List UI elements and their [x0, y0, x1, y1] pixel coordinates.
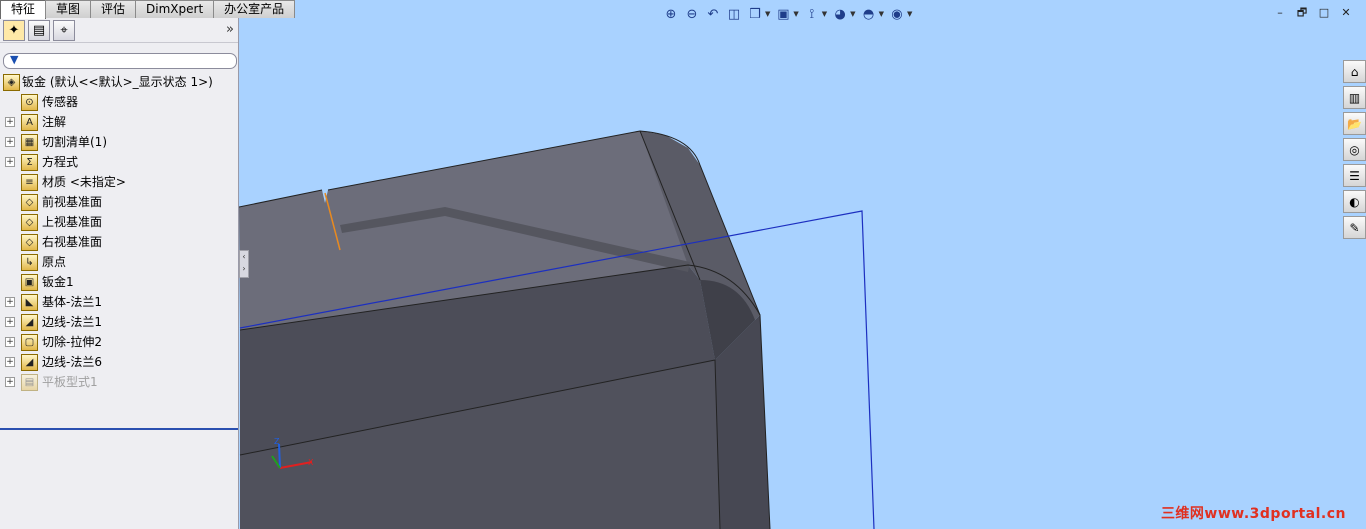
expand-icon[interactable]: + — [5, 157, 15, 167]
tree-item-label: 传感器 — [42, 95, 79, 109]
view-palette-icon[interactable]: ☰ — [1343, 164, 1366, 187]
zoom-to-fit-icon[interactable]: ⊕ — [662, 5, 680, 23]
plane-icon: ◇ — [21, 194, 38, 211]
command-manager-tabs: 特征 草图 评估 DimXpert 办公室产品 — [0, 0, 296, 19]
graphics-viewport[interactable]: Z X — [239, 0, 1366, 529]
expand-icon[interactable]: + — [5, 337, 15, 347]
dropdown-arrow-icon[interactable]: ▼ — [907, 10, 912, 18]
tree-item-label: 材质 <未指定> — [42, 175, 126, 189]
dropdown-arrow-icon[interactable]: ▼ — [765, 10, 770, 18]
plane-icon: ◇ — [21, 234, 38, 251]
part-icon: ◈ — [3, 74, 20, 91]
expand-icon[interactable]: + — [5, 377, 15, 387]
base-flange-icon: ◣ — [21, 294, 38, 311]
expand-panel-icon[interactable]: » — [226, 22, 234, 37]
tree-item-label: 注解 — [42, 115, 67, 129]
expand-icon[interactable]: + — [5, 117, 15, 127]
origin-icon: ↳ — [21, 254, 38, 271]
flat-pattern-icon: ▤ — [21, 374, 38, 391]
restore-icon[interactable]: 🗗 — [1294, 6, 1310, 20]
minimize-icon[interactable]: – — [1272, 6, 1288, 20]
configuration-manager-icon[interactable]: ⌖ — [53, 19, 75, 41]
task-pane-tabs: ⌂ ▥ 📂 ◎ ☰ ◐ ✎ — [1343, 60, 1366, 242]
hide-show-items-icon[interactable]: ⟟ — [803, 5, 821, 23]
tab-3[interactable]: DimXpert — [135, 0, 215, 18]
previous-view-icon[interactable]: ↶ — [704, 5, 722, 23]
tab-1[interactable]: 草图 — [45, 0, 92, 18]
property-manager-icon[interactable]: ▤ — [28, 19, 50, 41]
tree-item-label: 上视基准面 — [42, 215, 103, 229]
rollback-bar[interactable] — [0, 428, 238, 430]
expand-icon[interactable]: + — [5, 137, 15, 147]
tab-2[interactable]: 评估 — [90, 0, 137, 18]
edge-flange-icon: ◢ — [21, 354, 38, 371]
watermark: 三维网www.3dportal.cn — [1160, 506, 1346, 522]
triad-z-label: Z — [274, 437, 280, 446]
tree-item-label: 边线-法兰1 — [42, 315, 102, 329]
design-library-icon[interactable]: ▥ — [1343, 86, 1366, 109]
cut-extrude-icon: ▢ — [21, 334, 38, 351]
filter-icon: ▼ — [10, 53, 19, 66]
dropdown-arrow-icon[interactable]: ▼ — [822, 10, 827, 18]
annotation-icon: A — [21, 114, 38, 131]
head-up-view-toolbar: ⊕ ⊖ ↶ ◫ ❒ ▼ ▣ ▼ ⟟ ▼ ◕ ▼ ◓ ▼ ◉ ▼ — [662, 5, 916, 23]
tab-0[interactable]: 特征 — [0, 0, 47, 19]
section-view-icon[interactable]: ◫ — [725, 5, 743, 23]
edit-appearance-icon[interactable]: ◕ — [831, 5, 849, 23]
tree-item-label: 方程式 — [42, 155, 79, 169]
tree-item-label: 切割清单(1) — [42, 135, 107, 149]
expand-icon[interactable]: + — [5, 317, 15, 327]
cut-list-icon: ▦ — [21, 134, 38, 151]
tree-item-label: 平板型式1 — [42, 375, 98, 389]
plane-icon: ◇ — [21, 214, 38, 231]
file-explorer-icon[interactable]: 📂 — [1343, 112, 1366, 135]
search-icon[interactable]: ◎ — [1343, 138, 1366, 161]
dropdown-arrow-icon[interactable]: ▼ — [879, 10, 884, 18]
material-icon: ≡ — [21, 174, 38, 191]
tree-item-label: 钣金1 — [42, 275, 74, 289]
view-settings-icon[interactable]: ◉ — [888, 5, 906, 23]
equation-icon: Σ — [21, 154, 38, 171]
feature-manager-panel: ✦ ▤ ⌖ » ▼ ◈ 钣金 (默认<<默认>_显示状态 1>) ⊙ 传感器 + A 注解 + ▦ 切… — [0, 18, 239, 529]
sensor-icon: ⊙ — [21, 94, 38, 111]
sheet-metal-icon: ▣ — [21, 274, 38, 291]
panel-splitter[interactable]: ‹ › — [239, 250, 249, 278]
expand-icon[interactable]: + — [5, 357, 15, 367]
dropdown-arrow-icon[interactable]: ▼ — [793, 10, 798, 18]
panel-toolbar: ✦ ▤ ⌖ — [0, 18, 238, 43]
apply-scene-icon[interactable]: ◓ — [860, 5, 878, 23]
triad-x-label: X — [308, 458, 314, 467]
edge-flange-icon: ◢ — [21, 314, 38, 331]
tree-root-label: 钣金 (默认<<默认>_显示状态 1>) — [22, 75, 213, 89]
window-controls: – 🗗 □ ✕ — [1266, 6, 1354, 20]
feature-manager-icon[interactable]: ✦ — [3, 19, 25, 41]
tab-4[interactable]: 办公室产品 — [213, 0, 296, 18]
filter-input[interactable]: ▼ — [3, 53, 237, 69]
dropdown-arrow-icon[interactable]: ▼ — [850, 10, 855, 18]
maximize-icon[interactable]: □ — [1316, 6, 1332, 20]
display-style-icon[interactable]: ▣ — [774, 5, 792, 23]
tree-item-label: 切除-拉伸2 — [42, 335, 102, 349]
custom-properties-icon[interactable]: ✎ — [1343, 216, 1366, 239]
tree-item-label: 右视基准面 — [42, 235, 103, 249]
close-icon[interactable]: ✕ — [1338, 6, 1354, 20]
view-orientation-icon[interactable]: ❒ — [746, 5, 764, 23]
tree-item-label: 原点 — [42, 255, 67, 269]
zoom-to-area-icon[interactable]: ⊖ — [683, 5, 701, 23]
tree-item-label: 边线-法兰6 — [42, 355, 102, 369]
tree-item-label: 基体-法兰1 — [42, 295, 102, 309]
expand-icon[interactable]: + — [5, 297, 15, 307]
solidworks-resources-icon[interactable]: ⌂ — [1343, 60, 1366, 83]
appearances-icon[interactable]: ◐ — [1343, 190, 1366, 213]
tree-item-label: 前视基准面 — [42, 195, 103, 209]
